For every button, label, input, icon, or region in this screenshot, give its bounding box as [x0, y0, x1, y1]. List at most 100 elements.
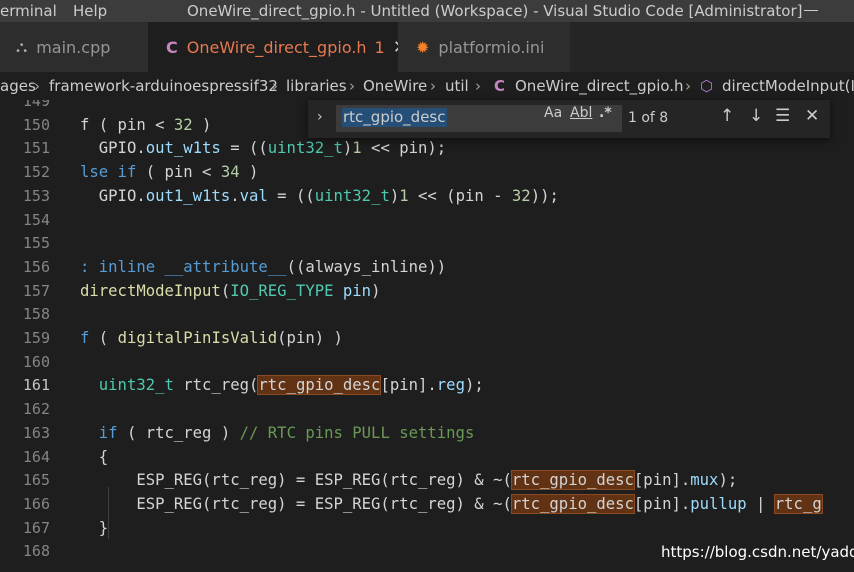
code-line[interactable]: { — [80, 448, 108, 466]
line-number: 150 — [22, 115, 50, 134]
code-line[interactable]: ESP_REG(rtc_reg) = ESP_REG(rtc_reg) & ~(… — [80, 493, 823, 514]
breadcrumb-item[interactable]: OneWire_direct_gpio.h — [515, 72, 684, 100]
code-token: GPIO. — [80, 186, 146, 205]
code-token: uint32_t — [267, 139, 343, 158]
tab-onewire-direct-gpio[interactable]: C OneWire_direct_gpio.h 1 ✕ — [148, 22, 408, 72]
code-line[interactable]: directModeInput(IO_REG_TYPE pin) — [80, 282, 380, 300]
code-token: rtc_reg( — [173, 376, 259, 395]
cpp-file-icon: ⛬ — [16, 37, 28, 56]
line-number: 162 — [22, 400, 50, 419]
code-token: ESP_REG(rtc_reg) = ESP_REG(rtc_reg) & ~( — [80, 471, 512, 490]
line-number: 167 — [22, 518, 50, 537]
code-token: ( — [220, 281, 231, 300]
code-token: ); — [464, 376, 484, 395]
breadcrumb-item[interactable]: directModeInput(IO — [722, 72, 854, 100]
code-line[interactable]: lse if ( pin < 34 ) — [80, 163, 258, 181]
line-number: 168 — [22, 542, 50, 561]
code-token: ESP_REG(rtc_reg) = ESP_REG(rtc_reg) & ~( — [80, 494, 512, 513]
toggle-replace-icon[interactable]: › — [317, 109, 323, 125]
tab-label: main.cpp — [36, 37, 111, 57]
code-token: } — [80, 518, 109, 537]
code-line[interactable]: f ( digitalPinIsValid(pin) ) — [80, 329, 343, 347]
line-number: 166 — [22, 494, 50, 513]
platformio-icon: ✹ — [416, 37, 430, 57]
code-line[interactable]: if ( rtc_reg ) // RTC pins PULL settings — [80, 423, 475, 442]
line-number: 158 — [22, 305, 50, 324]
code-line[interactable]: f ( pin < 32 ) — [80, 116, 211, 134]
code-token: val — [239, 186, 268, 205]
line-number: 164 — [22, 447, 50, 466]
code-token: ( pin < — [136, 163, 221, 182]
breadcrumb-item[interactable]: OneWire — [363, 72, 427, 100]
code-token: [pin]. — [633, 494, 691, 513]
line-number: 160 — [22, 352, 50, 371]
find-in-selection-icon[interactable]: ☰ — [775, 106, 790, 126]
code-token: 34 — [220, 163, 240, 182]
code-token: uint32_t — [98, 376, 174, 395]
code-token: << pin); — [361, 139, 447, 158]
line-number: 156 — [22, 257, 50, 276]
close-find-icon[interactable]: ✕ — [805, 106, 819, 126]
tab-platformio-ini[interactable]: ✹ platformio.ini — [398, 22, 570, 72]
minimize-icon[interactable] — [804, 10, 818, 11]
code-token: if — [98, 423, 118, 442]
code-token: f — [80, 329, 90, 347]
code-token: [pin]. — [380, 376, 437, 395]
code-token: ) — [371, 281, 381, 300]
next-match-icon[interactable]: ↓ — [749, 106, 763, 126]
code-line[interactable]: ESP_REG(rtc_reg) = ESP_REG(rtc_reg) & ~(… — [80, 470, 738, 491]
search-match: rtc_gpio_desc — [257, 375, 382, 396]
breadcrumb-separator: › — [430, 77, 436, 95]
code-line[interactable]: uint32_t rtc_reg(rtc_gpio_desc[pin].reg)… — [80, 375, 484, 396]
breadcrumb-item[interactable]: util — [445, 72, 469, 100]
code-token: = (( — [220, 139, 268, 158]
code-token: 32 — [511, 186, 531, 205]
code-token: pullup — [690, 494, 747, 513]
code-line[interactable]: } — [80, 519, 108, 537]
code-token: __attribute__ — [164, 257, 287, 276]
line-number: 165 — [22, 471, 50, 490]
symbol-method-icon: ⬡ — [700, 77, 714, 95]
code-token: ); — [718, 471, 738, 490]
code-line[interactable]: GPIO.out_w1ts = ((uint32_t)1 << pin); — [80, 139, 446, 157]
code-token: pin — [342, 281, 372, 300]
breadcrumb-item[interactable]: ages — [0, 72, 36, 100]
code-token: ) — [389, 186, 400, 205]
breadcrumb-item[interactable]: framework-arduinoespressif32 — [49, 72, 278, 100]
code-token: ) — [192, 115, 212, 134]
match-count: 1 of 8 — [628, 110, 669, 126]
menu-help[interactable]: Help — [73, 0, 107, 22]
code-token: out1_w1ts — [145, 186, 231, 205]
code-token: GPIO. — [80, 139, 146, 158]
search-match: rtc_g — [773, 493, 823, 514]
code-token: [pin]. — [633, 471, 691, 490]
regex-icon[interactable]: .* — [599, 105, 612, 121]
find-widget: › rtc_gpio_desc Aa Abl .* 1 of 8 ↑ ↓ ☰ ✕ — [308, 100, 830, 138]
menu-terminal[interactable]: erminal — [0, 0, 57, 22]
previous-match-icon[interactable]: ↑ — [720, 106, 734, 126]
code-line[interactable]: : inline __attribute__((always_inline)) — [80, 258, 446, 276]
match-case-icon[interactable]: Aa — [544, 105, 562, 121]
code-line[interactable]: GPIO.out1_w1ts.val = ((uint32_t)1 << (pi… — [80, 187, 559, 205]
code-token: ((always_inline)) — [286, 257, 447, 276]
line-number: 151 — [22, 139, 50, 158]
breadcrumb-separator: › — [34, 77, 40, 95]
code-token: = (( — [267, 186, 315, 205]
code-token: << (pin - — [408, 186, 512, 205]
whole-word-icon[interactable]: Abl — [570, 105, 592, 121]
line-number: 157 — [22, 281, 50, 300]
breadcrumb-item[interactable]: libraries — [286, 72, 347, 100]
tab-main-cpp[interactable]: ⛬ main.cpp — [0, 22, 148, 72]
line-number: 149 — [22, 100, 50, 110]
title-bar: erminal Help OneWire_direct_gpio.h - Unt… — [0, 0, 854, 22]
code-token: lse if — [80, 163, 137, 182]
code-editor[interactable]: 149 150 151 152 153 154 155 156 157 158 159 160 161 1… — [0, 100, 854, 572]
problem-count-badge: 1 — [374, 37, 385, 57]
search-match: rtc_gpio_desc — [510, 493, 635, 514]
code-token: directModeInput — [80, 281, 221, 300]
line-number: 153 — [22, 186, 50, 205]
